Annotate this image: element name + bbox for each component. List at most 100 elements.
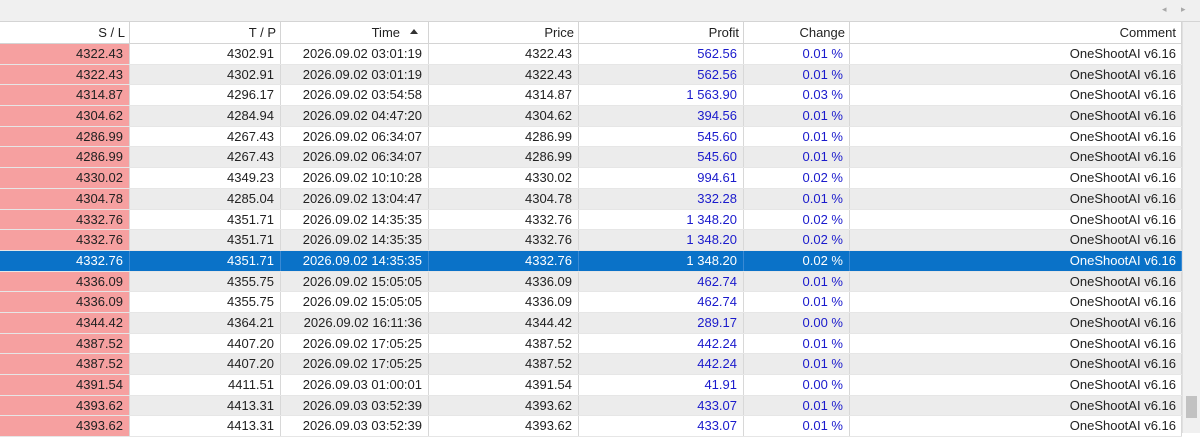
table-row[interactable]: 4336.09 4355.75 2026.09.02 15:05:05 4336.09…: [0, 292, 1182, 313]
cell-sl: 4314.87: [0, 85, 130, 106]
cell-profit: 545.60: [579, 147, 744, 168]
column-header-label: T / P: [248, 25, 276, 40]
column-header-tp[interactable]: T / P: [130, 22, 281, 43]
cell-tp: 4411.51: [130, 375, 281, 395]
cell-tp: 4364.21: [130, 312, 281, 333]
table-row[interactable]: 4322.43 4302.91 2026.09.02 03:01:19 4322.43…: [0, 44, 1182, 65]
cell-profit: 1 563.90: [579, 85, 744, 106]
cell-price: 4304.62: [429, 106, 579, 126]
table-row[interactable]: 4322.43 4302.91 2026.09.02 03:01:19 4322.43…: [0, 64, 1182, 86]
cell-profit: 394.56: [579, 106, 744, 126]
cell-profit: 332.28: [579, 188, 744, 209]
table-row[interactable]: 4391.54 4411.51 2026.09.03 01:00:01 4391.54…: [0, 375, 1182, 396]
cell-price: 4344.42: [429, 312, 579, 333]
cell-time: 2026.09.02 17:05:25: [281, 354, 429, 374]
cell-comment: OneShootAI v6.16: [850, 85, 1182, 106]
cell-tp: 4407.20: [130, 333, 281, 354]
cell-price: 4322.43: [429, 44, 579, 64]
cell-comment: OneShootAI v6.16: [850, 271, 1182, 292]
scroll-left-icon[interactable]: ◂: [1162, 4, 1167, 15]
vertical-scrollbar[interactable]: [1182, 22, 1200, 433]
column-header-change[interactable]: Change: [744, 22, 850, 43]
cell-tp: 4267.43: [130, 147, 281, 168]
column-header-label: S / L: [98, 25, 125, 40]
scroll-right-icon[interactable]: ▸: [1181, 4, 1186, 15]
cell-change: 0.01 %: [744, 333, 850, 354]
cell-change: 0.01 %: [744, 126, 850, 147]
table-row[interactable]: 4344.42 4364.21 2026.09.02 16:11:36 4344.42…: [0, 312, 1182, 334]
cell-tp: 4349.23: [130, 168, 281, 188]
table-row[interactable]: 4332.76 4351.71 2026.09.02 14:35:35 4332.76…: [0, 230, 1182, 251]
cell-tp: 4267.43: [130, 126, 281, 147]
cell-comment: OneShootAI v6.16: [850, 333, 1182, 354]
cell-tp: 4351.71: [130, 230, 281, 250]
table-row[interactable]: 4336.09 4355.75 2026.09.02 15:05:05 4336.09…: [0, 271, 1182, 293]
cell-change: 0.01 %: [744, 44, 850, 64]
cell-change: 0.01 %: [744, 416, 850, 437]
cell-change: 0.03 %: [744, 85, 850, 106]
cell-sl: 4322.43: [0, 64, 130, 85]
cell-change: 0.02 %: [744, 209, 850, 230]
column-header-profit[interactable]: Profit: [579, 22, 744, 43]
column-header-label: Price: [544, 25, 574, 40]
cell-time: 2026.09.02 14:35:35: [281, 230, 429, 250]
cell-profit: 442.24: [579, 354, 744, 374]
cell-price: 4286.99: [429, 126, 579, 147]
cell-tp: 4284.94: [130, 106, 281, 126]
column-header-label: Comment: [1119, 25, 1176, 40]
cell-sl: 4393.62: [0, 395, 130, 416]
cell-comment: OneShootAI v6.16: [850, 188, 1182, 209]
cell-comment: OneShootAI v6.16: [850, 106, 1182, 126]
cell-comment: OneShootAI v6.16: [850, 64, 1182, 85]
table-row[interactable]: 4304.62 4284.94 2026.09.02 04:47:20 4304.62…: [0, 106, 1182, 127]
cell-profit: 562.56: [579, 64, 744, 85]
cell-tp: 4296.17: [130, 85, 281, 106]
column-header-price[interactable]: Price: [429, 22, 579, 43]
cell-sl: 4387.52: [0, 333, 130, 354]
table-row[interactable]: 4314.87 4296.17 2026.09.02 03:54:58 4314.87…: [0, 85, 1182, 107]
column-header-sl[interactable]: S / L: [0, 22, 130, 43]
scrollbar-thumb[interactable]: [1186, 396, 1197, 418]
cell-comment: OneShootAI v6.16: [850, 44, 1182, 64]
cell-profit: 433.07: [579, 416, 744, 437]
cell-price: 4387.52: [429, 333, 579, 354]
cell-profit: 545.60: [579, 126, 744, 147]
cell-sl: 4304.78: [0, 188, 130, 209]
cell-tp: 4413.31: [130, 395, 281, 416]
toolbar-strip: ◂ ▸: [0, 0, 1200, 22]
cell-sl: 4304.62: [0, 106, 130, 126]
cell-time: 2026.09.02 10:10:28: [281, 168, 429, 188]
cell-change: 0.02 %: [744, 168, 850, 188]
cell-tp: 4302.91: [130, 44, 281, 64]
cell-time: 2026.09.03 01:00:01: [281, 375, 429, 395]
cell-price: 4332.76: [429, 209, 579, 230]
cell-price: 4286.99: [429, 147, 579, 168]
table-row[interactable]: 4304.78 4285.04 2026.09.02 13:04:47 4304.78…: [0, 188, 1182, 210]
table-row[interactable]: 4286.99 4267.43 2026.09.02 06:34:07 4286.99…: [0, 126, 1182, 148]
sort-ascending-icon: [410, 29, 418, 35]
cell-change: 0.01 %: [744, 395, 850, 416]
cell-time: 2026.09.02 13:04:47: [281, 188, 429, 209]
cell-sl: 4336.09: [0, 292, 130, 312]
cell-time: 2026.09.02 06:34:07: [281, 126, 429, 147]
table-row[interactable]: 4330.02 4349.23 2026.09.02 10:10:28 4330.02…: [0, 168, 1182, 189]
cell-change: 0.01 %: [744, 354, 850, 374]
table-row[interactable]: 4387.52 4407.20 2026.09.02 17:05:25 4387.52…: [0, 333, 1182, 355]
cell-time: 2026.09.02 14:35:35: [281, 250, 429, 271]
table-row[interactable]: 4387.52 4407.20 2026.09.02 17:05:25 4387.52…: [0, 354, 1182, 375]
table-body: 4322.43 4302.91 2026.09.02 03:01:19 4322.43…: [0, 44, 1182, 437]
table-row[interactable]: 4332.76 4351.71 2026.09.02 14:35:35 4332.76…: [0, 209, 1182, 231]
table-row[interactable]: 4393.62 4413.31 2026.09.03 03:52:39 4393.62…: [0, 416, 1182, 437]
cell-time: 2026.09.03 03:52:39: [281, 416, 429, 437]
table-row[interactable]: 4393.62 4413.31 2026.09.03 03:52:39 4393.62…: [0, 395, 1182, 417]
column-header-comment[interactable]: Comment: [850, 22, 1182, 43]
cell-profit: 1 348.20: [579, 209, 744, 230]
cell-sl: 4286.99: [0, 147, 130, 168]
table-header: S / L T / P Time Price Profit Change Com…: [0, 22, 1182, 44]
table-row[interactable]: 4332.76 4351.71 2026.09.02 14:35:35 4332.76…: [0, 250, 1182, 272]
cell-sl: 4332.76: [0, 230, 130, 250]
cell-change: 0.01 %: [744, 106, 850, 126]
table-row[interactable]: 4286.99 4267.43 2026.09.02 06:34:07 4286.99…: [0, 147, 1182, 169]
column-header-time[interactable]: Time: [281, 22, 429, 43]
cell-comment: OneShootAI v6.16: [850, 375, 1182, 395]
